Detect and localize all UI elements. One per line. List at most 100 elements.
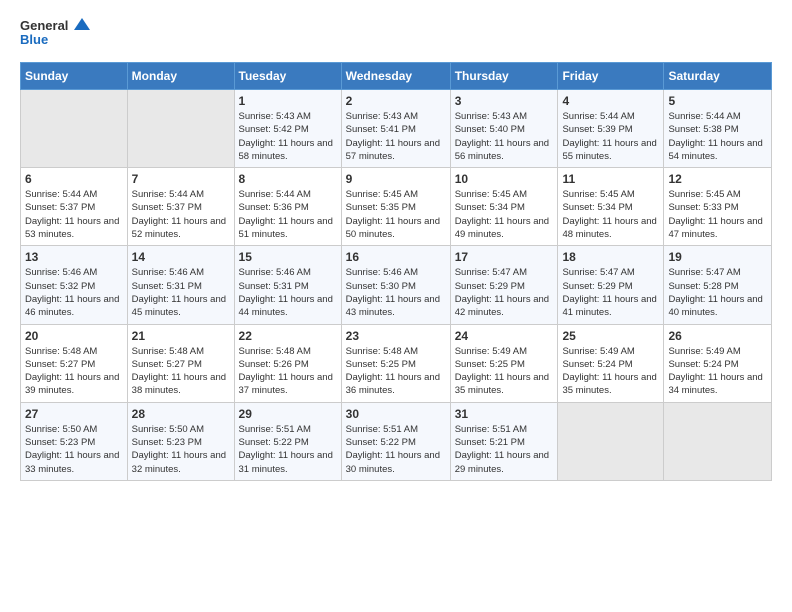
day-info: Sunrise: 5:46 AMSunset: 5:30 PMDaylight:… [346, 266, 446, 319]
svg-text:General: General [20, 18, 68, 33]
calendar-cell: 13 Sunrise: 5:46 AMSunset: 5:32 PMDayligh… [21, 246, 128, 324]
weekday-header-wednesday: Wednesday [341, 63, 450, 90]
calendar-cell: 6 Sunrise: 5:44 AMSunset: 5:37 PMDaylight… [21, 168, 128, 246]
calendar-week-4: 27 Sunrise: 5:50 AMSunset: 5:23 PMDayligh… [21, 402, 772, 480]
day-info: Sunrise: 5:47 AMSunset: 5:29 PMDaylight:… [562, 266, 659, 319]
calendar-cell: 22 Sunrise: 5:48 AMSunset: 5:26 PMDayligh… [234, 324, 341, 402]
day-info: Sunrise: 5:44 AMSunset: 5:39 PMDaylight:… [562, 110, 659, 163]
day-info: Sunrise: 5:49 AMSunset: 5:24 PMDaylight:… [562, 345, 659, 398]
svg-text:Blue: Blue [20, 32, 48, 47]
day-number: 19 [668, 250, 767, 264]
calendar-cell [21, 90, 128, 168]
day-number: 24 [455, 329, 554, 343]
day-number: 15 [239, 250, 337, 264]
calendar-cell: 2 Sunrise: 5:43 AMSunset: 5:41 PMDaylight… [341, 90, 450, 168]
day-number: 16 [346, 250, 446, 264]
day-number: 9 [346, 172, 446, 186]
day-info: Sunrise: 5:44 AMSunset: 5:36 PMDaylight:… [239, 188, 337, 241]
day-info: Sunrise: 5:45 AMSunset: 5:33 PMDaylight:… [668, 188, 767, 241]
day-number: 22 [239, 329, 337, 343]
calendar-week-3: 20 Sunrise: 5:48 AMSunset: 5:27 PMDayligh… [21, 324, 772, 402]
day-info: Sunrise: 5:46 AMSunset: 5:31 PMDaylight:… [239, 266, 337, 319]
calendar-cell: 12 Sunrise: 5:45 AMSunset: 5:33 PMDayligh… [664, 168, 772, 246]
calendar-cell: 8 Sunrise: 5:44 AMSunset: 5:36 PMDaylight… [234, 168, 341, 246]
day-number: 7 [132, 172, 230, 186]
day-info: Sunrise: 5:45 AMSunset: 5:34 PMDaylight:… [455, 188, 554, 241]
day-info: Sunrise: 5:46 AMSunset: 5:31 PMDaylight:… [132, 266, 230, 319]
day-number: 20 [25, 329, 123, 343]
day-number: 5 [668, 94, 767, 108]
calendar-cell: 1Sunrise: 5:43 AMSunset: 5:42 PMDaylight… [234, 90, 341, 168]
calendar-cell: 15 Sunrise: 5:46 AMSunset: 5:31 PMDayligh… [234, 246, 341, 324]
weekday-header-sunday: Sunday [21, 63, 128, 90]
page: General Blue SundayMondayTuesdayWednesda… [0, 0, 792, 612]
day-number: 21 [132, 329, 230, 343]
day-info: Sunrise: 5:45 AMSunset: 5:35 PMDaylight:… [346, 188, 446, 241]
day-number: 12 [668, 172, 767, 186]
calendar-table: SundayMondayTuesdayWednesdayThursdayFrid… [20, 62, 772, 481]
day-info: Sunrise: 5:49 AMSunset: 5:25 PMDaylight:… [455, 345, 554, 398]
calendar-cell: 23Sunrise: 5:48 AMSunset: 5:25 PMDayligh… [341, 324, 450, 402]
day-number: 28 [132, 407, 230, 421]
day-number: 26 [668, 329, 767, 343]
day-info: Sunrise: 5:51 AMSunset: 5:22 PMDaylight:… [239, 423, 337, 476]
calendar-cell: 11Sunrise: 5:45 AMSunset: 5:34 PMDayligh… [558, 168, 664, 246]
day-number: 23 [346, 329, 446, 343]
calendar-cell: 31Sunrise: 5:51 AMSunset: 5:21 PMDayligh… [450, 402, 558, 480]
day-info: Sunrise: 5:48 AMSunset: 5:26 PMDaylight:… [239, 345, 337, 398]
day-number: 25 [562, 329, 659, 343]
calendar-cell [664, 402, 772, 480]
day-info: Sunrise: 5:51 AMSunset: 5:22 PMDaylight:… [346, 423, 446, 476]
calendar-cell: 5 Sunrise: 5:44 AMSunset: 5:38 PMDaylight… [664, 90, 772, 168]
calendar-cell: 4 Sunrise: 5:44 AMSunset: 5:39 PMDaylight… [558, 90, 664, 168]
day-info: Sunrise: 5:44 AMSunset: 5:37 PMDaylight:… [25, 188, 123, 241]
day-number: 27 [25, 407, 123, 421]
day-number: 3 [455, 94, 554, 108]
day-info: Sunrise: 5:44 AMSunset: 5:37 PMDaylight:… [132, 188, 230, 241]
day-number: 4 [562, 94, 659, 108]
day-info: Sunrise: 5:43 AMSunset: 5:40 PMDaylight:… [455, 110, 554, 163]
calendar-cell [558, 402, 664, 480]
day-info: Sunrise: 5:46 AMSunset: 5:32 PMDaylight:… [25, 266, 123, 319]
day-info: Sunrise: 5:43 AMSunset: 5:41 PMDaylight:… [346, 110, 446, 163]
calendar-cell: 3 Sunrise: 5:43 AMSunset: 5:40 PMDaylight… [450, 90, 558, 168]
calendar-cell: 14Sunrise: 5:46 AMSunset: 5:31 PMDayligh… [127, 246, 234, 324]
weekday-header-tuesday: Tuesday [234, 63, 341, 90]
day-number: 31 [455, 407, 554, 421]
calendar-cell: 10 Sunrise: 5:45 AMSunset: 5:34 PMDayligh… [450, 168, 558, 246]
calendar-cell: 17 Sunrise: 5:47 AMSunset: 5:29 PMDayligh… [450, 246, 558, 324]
calendar-cell: 18 Sunrise: 5:47 AMSunset: 5:29 PMDayligh… [558, 246, 664, 324]
day-number: 18 [562, 250, 659, 264]
day-info: Sunrise: 5:44 AMSunset: 5:38 PMDaylight:… [668, 110, 767, 163]
logo-svg: General Blue [20, 16, 90, 52]
calendar-cell [127, 90, 234, 168]
day-number: 13 [25, 250, 123, 264]
day-info: Sunrise: 5:47 AMSunset: 5:29 PMDaylight:… [455, 266, 554, 319]
day-number: 29 [239, 407, 337, 421]
day-info: Sunrise: 5:50 AMSunset: 5:23 PMDaylight:… [132, 423, 230, 476]
calendar-cell: 7 Sunrise: 5:44 AMSunset: 5:37 PMDaylight… [127, 168, 234, 246]
weekday-header-row: SundayMondayTuesdayWednesdayThursdayFrid… [21, 63, 772, 90]
day-number: 8 [239, 172, 337, 186]
day-info: Sunrise: 5:48 AMSunset: 5:27 PMDaylight:… [132, 345, 230, 398]
calendar-week-0: 1Sunrise: 5:43 AMSunset: 5:42 PMDaylight… [21, 90, 772, 168]
weekday-header-monday: Monday [127, 63, 234, 90]
calendar-cell: 21 Sunrise: 5:48 AMSunset: 5:27 PMDayligh… [127, 324, 234, 402]
day-number: 30 [346, 407, 446, 421]
day-number: 10 [455, 172, 554, 186]
calendar-cell: 25 Sunrise: 5:49 AMSunset: 5:24 PMDayligh… [558, 324, 664, 402]
weekday-header-thursday: Thursday [450, 63, 558, 90]
logo: General Blue [20, 16, 90, 52]
day-info: Sunrise: 5:49 AMSunset: 5:24 PMDaylight:… [668, 345, 767, 398]
calendar-cell: 16 Sunrise: 5:46 AMSunset: 5:30 PMDayligh… [341, 246, 450, 324]
calendar-cell: 9 Sunrise: 5:45 AMSunset: 5:35 PMDaylight… [341, 168, 450, 246]
header: General Blue [20, 16, 772, 52]
calendar-cell: 30 Sunrise: 5:51 AMSunset: 5:22 PMDayligh… [341, 402, 450, 480]
day-info: Sunrise: 5:50 AMSunset: 5:23 PMDaylight:… [25, 423, 123, 476]
day-number: 2 [346, 94, 446, 108]
day-number: 6 [25, 172, 123, 186]
calendar-week-2: 13 Sunrise: 5:46 AMSunset: 5:32 PMDayligh… [21, 246, 772, 324]
day-number: 1 [239, 94, 337, 108]
day-number: 17 [455, 250, 554, 264]
calendar-cell: 20Sunrise: 5:48 AMSunset: 5:27 PMDayligh… [21, 324, 128, 402]
